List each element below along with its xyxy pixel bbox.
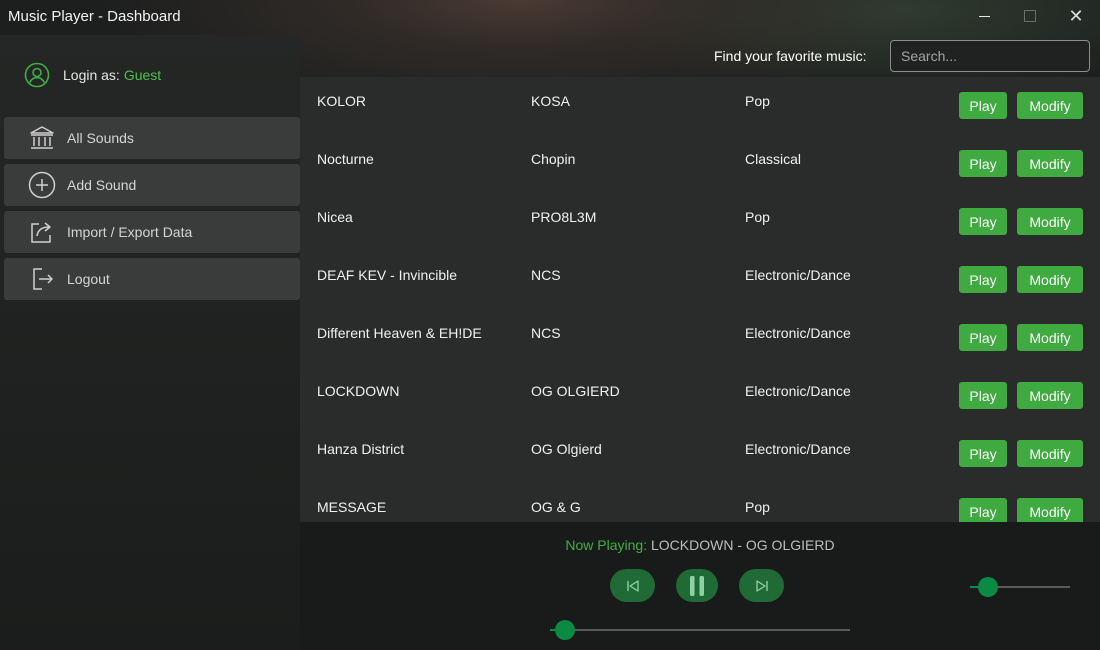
skip-previous-icon	[626, 579, 639, 592]
list-scrollbar[interactable]	[1092, 77, 1100, 522]
song-title: DEAF KEV - Invincible	[317, 267, 458, 283]
song-list: KOLOR KOSA Pop Play Modify Nocturne Chop…	[300, 77, 1092, 522]
song-genre: Electronic/Dance	[745, 267, 851, 283]
library-icon	[28, 124, 56, 152]
volume-slider[interactable]	[970, 577, 1070, 597]
song-genre: Pop	[745, 209, 770, 225]
song-artist: NCS	[531, 325, 561, 341]
sidebar-item-logout[interactable]: Logout	[4, 258, 300, 300]
login-username: Guest	[123, 67, 162, 83]
play-button[interactable]: Play	[959, 324, 1007, 351]
sidebar-item-label: All Sounds	[67, 130, 134, 146]
minimize-button[interactable]	[961, 0, 1007, 32]
play-button[interactable]: Play	[959, 150, 1007, 177]
volume-handle[interactable]	[978, 577, 998, 597]
song-row: KOLOR KOSA Pop Play Modify	[300, 77, 1092, 135]
play-button[interactable]: Play	[959, 382, 1007, 409]
share-export-icon	[28, 218, 56, 246]
modify-button[interactable]: Modify	[1017, 382, 1083, 409]
modify-button[interactable]: Modify	[1017, 92, 1083, 119]
sidebar-item-label: Import / Export Data	[67, 224, 193, 240]
song-artist: NCS	[531, 267, 561, 283]
song-title: Nocturne	[317, 151, 374, 167]
next-button[interactable]	[739, 569, 784, 602]
song-artist: Chopin	[531, 151, 576, 167]
song-title: Nicea	[317, 209, 353, 225]
song-row: DEAF KEV - Invincible NCS Electronic/Dan…	[300, 251, 1092, 309]
play-button[interactable]: Play	[959, 440, 1007, 467]
play-button[interactable]: Play	[959, 92, 1007, 119]
modify-button[interactable]: Modify	[1017, 150, 1083, 177]
close-button[interactable]: ✕	[1053, 0, 1099, 32]
sidebar-item-add-sound[interactable]: Add Sound	[4, 164, 300, 206]
pause-icon	[690, 575, 704, 596]
now-playing-label: Now Playing:	[565, 537, 648, 553]
song-title: MESSAGE	[317, 499, 387, 515]
sidebar-item-label: Add Sound	[67, 177, 137, 193]
song-genre: Pop	[745, 499, 770, 515]
song-genre: Classical	[745, 151, 802, 167]
play-button[interactable]: Play	[959, 266, 1007, 293]
title-bar: Music Player - Dashboard ✕	[0, 0, 1100, 34]
song-artist: PRO8L3M	[531, 209, 597, 225]
modify-button[interactable]: Modify	[1017, 440, 1083, 467]
window-title: Music Player - Dashboard	[8, 8, 181, 25]
modify-button[interactable]: Modify	[1017, 498, 1083, 522]
song-genre: Electronic/Dance	[745, 383, 851, 399]
sidebar-item-all-sounds[interactable]: All Sounds	[4, 117, 300, 159]
sidebar: Login as: Guest All Sounds Add Sound Imp…	[0, 35, 300, 650]
song-row: LOCKDOWN OG OLGIERD Electronic/Dance Pla…	[300, 367, 1092, 425]
song-title: KOLOR	[317, 93, 367, 109]
song-row: Different Heaven & EH!DE NCS Electronic/…	[300, 309, 1092, 367]
song-row: Hanza District OG Olgierd Electronic/Dan…	[300, 425, 1092, 483]
song-genre: Electronic/Dance	[745, 441, 851, 457]
song-title: LOCKDOWN	[317, 383, 400, 399]
song-row: Nicea PRO8L3M Pop Play Modify	[300, 193, 1092, 251]
logout-icon	[28, 265, 56, 293]
now-playing-track: LOCKDOWN - OG OLGIERD	[651, 537, 835, 553]
player-bar: Now Playing: LOCKDOWN - OG OLGIERD	[300, 522, 1100, 650]
user-icon	[24, 62, 50, 88]
sidebar-item-import-export[interactable]: Import / Export Data	[4, 211, 300, 253]
play-button[interactable]: Play	[959, 208, 1007, 235]
song-artist: OG & G	[531, 499, 581, 515]
sidebar-item-label: Logout	[67, 271, 110, 287]
previous-button[interactable]	[610, 569, 655, 602]
play-button[interactable]: Play	[959, 498, 1007, 522]
pause-button[interactable]	[676, 569, 718, 602]
skip-next-icon	[755, 579, 768, 592]
song-title: Different Heaven & EH!DE	[317, 325, 482, 341]
song-title: Hanza District	[317, 441, 405, 457]
modify-button[interactable]: Modify	[1017, 208, 1083, 235]
progress-slider[interactable]	[550, 620, 850, 640]
login-label: Login as:	[63, 67, 120, 83]
close-icon: ✕	[1068, 5, 1084, 26]
login-status: Login as: Guest	[24, 62, 161, 88]
song-genre: Pop	[745, 93, 770, 109]
song-genre: Electronic/Dance	[745, 325, 851, 341]
song-artist: KOSA	[531, 93, 570, 109]
song-artist: OG OLGIERD	[531, 383, 620, 399]
modify-button[interactable]: Modify	[1017, 324, 1083, 351]
app-window: Music Player - Dashboard ✕ Login as: Gue…	[0, 0, 1100, 650]
song-artist: OG Olgierd	[531, 441, 602, 457]
song-row: Nocturne Chopin Classical Play Modify	[300, 135, 1092, 193]
progress-handle[interactable]	[555, 620, 575, 640]
search-label: Find your favorite music:	[714, 48, 867, 64]
search-input[interactable]	[890, 40, 1090, 72]
add-circle-icon	[28, 171, 56, 199]
song-row: MESSAGE OG & G Pop Play Modify	[300, 483, 1092, 522]
maximize-button[interactable]	[1007, 0, 1053, 32]
minimize-icon	[978, 15, 990, 17]
now-playing: Now Playing: LOCKDOWN - OG OLGIERD	[300, 537, 1100, 553]
maximize-icon	[1024, 10, 1036, 22]
modify-button[interactable]: Modify	[1017, 266, 1083, 293]
